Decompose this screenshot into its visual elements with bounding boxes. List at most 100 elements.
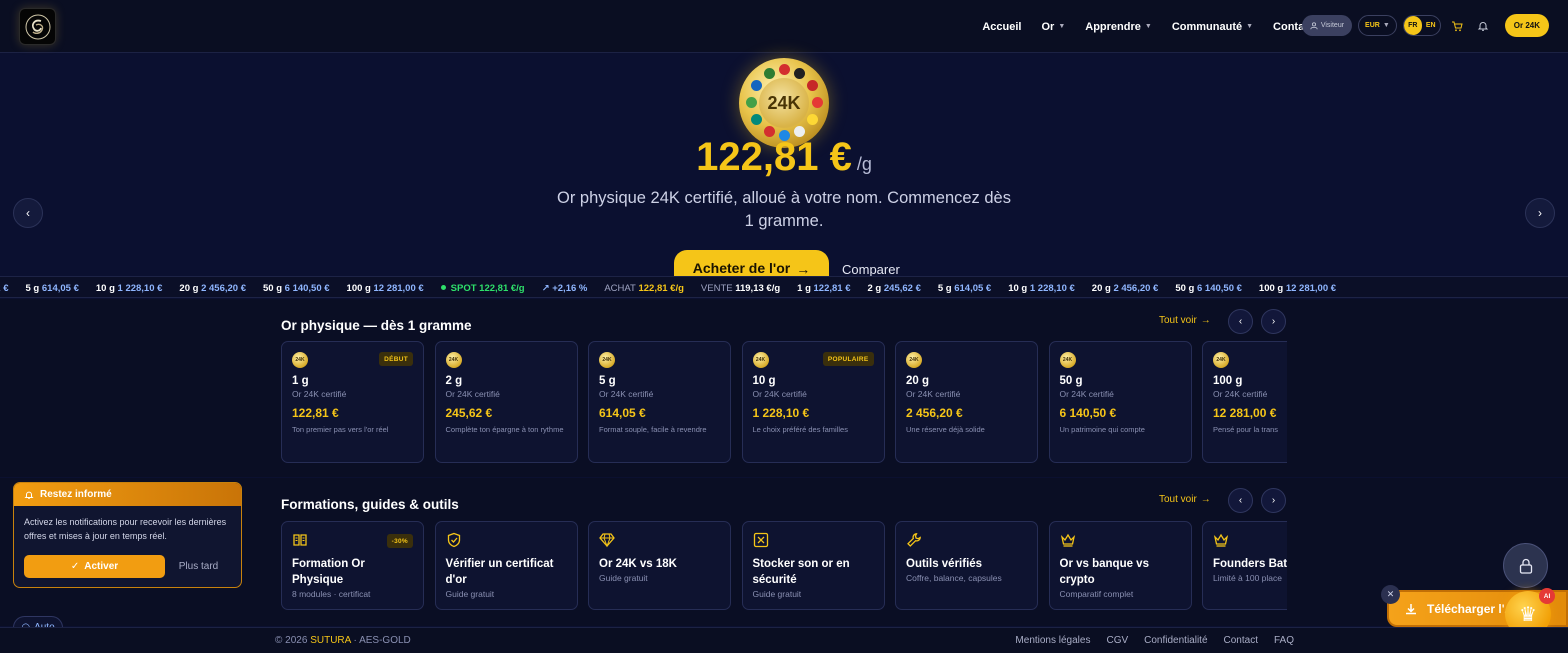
ticker-item: 2 g 245,62 €	[868, 283, 921, 294]
ticker-price: 12 281,00 €	[1285, 282, 1337, 294]
lang-fr-button[interactable]: FR	[1403, 16, 1422, 35]
guide-card[interactable]: Founders Bat Limité à 100 place	[1202, 521, 1287, 610]
ticker-price: 2 456,20 €	[1113, 282, 1159, 294]
guide-card[interactable]: -30% Formation Or Physique 8 modules · cer…	[281, 521, 424, 610]
ticker-price: 12 281,00 €	[373, 282, 424, 294]
products-next-button[interactable]: ›	[1261, 309, 1286, 334]
products-prev-button[interactable]: ‹	[1228, 309, 1253, 334]
ticker-achat: ACHAT 122,81 €/g	[604, 283, 684, 294]
coin-label: 24K	[767, 92, 801, 113]
products-see-all-link[interactable]: Tout voir →	[1159, 315, 1211, 326]
hero-next-button[interactable]: ›	[1525, 198, 1555, 228]
product-subtitle: Or 24K certifié	[599, 389, 654, 399]
guide-card[interactable]: Vérifier un certificat d'or Guide gratuit	[434, 521, 578, 610]
cart-icon	[1451, 21, 1463, 31]
footer-link-confidentialite[interactable]: Confidentialité	[1144, 635, 1207, 646]
product-weight: 2 g	[445, 375, 463, 387]
chevron-down-icon: ▼	[1246, 23, 1254, 30]
notification-actions: ✓ Activer Plus tard	[24, 555, 232, 578]
footer-link-faq[interactable]: FAQ	[1274, 635, 1294, 646]
ticker-price: 1 228,10 €	[117, 282, 163, 294]
hero-prev-button[interactable]: ‹	[13, 198, 43, 228]
flag-icon	[812, 97, 823, 108]
coin-center: 24K	[759, 78, 809, 128]
ticker-track: 62 € 5 g 614,05 € 10 g 1 228,10 € 20 g 2 45…	[0, 277, 1353, 297]
guides-see-all-link[interactable]: Tout voir →	[1159, 494, 1211, 505]
or-24k-button[interactable]: Or 24K	[1504, 14, 1549, 37]
ticker-item: 5 g 614,05 €	[938, 283, 991, 294]
cart-button[interactable]	[1447, 16, 1467, 36]
product-description: Ton premier pas vers l'or réel	[292, 425, 389, 434]
site-logo[interactable]	[19, 8, 56, 45]
bell-icon	[1477, 21, 1488, 31]
later-button[interactable]: Plus tard	[165, 561, 232, 572]
copyright: © 2026 SUTURA · AES-GOLD	[275, 635, 411, 646]
guides-next-button[interactable]: ›	[1261, 488, 1286, 513]
notification-title: Restez informé	[40, 489, 112, 500]
product-description: Un patrimoine qui compte	[1059, 425, 1145, 434]
guide-title: Formation Or Physique	[292, 558, 365, 586]
product-card[interactable]: 24K 100 g Or 24K certifié 12 281,00 € Pensé …	[1202, 341, 1287, 463]
chevron-left-icon: ‹	[1238, 316, 1243, 327]
hero-price: 122,81 €/g	[0, 140, 1568, 182]
guide-card[interactable]: Stocker son or en sécurité Guide gratuit	[741, 521, 885, 610]
logo-monogram-icon	[25, 14, 50, 39]
footer-link-cgv[interactable]: CGV	[1106, 635, 1128, 646]
crown-icon	[1060, 532, 1076, 548]
buy-gold-button[interactable]: Acheter de l'or →	[674, 250, 829, 276]
ticker-weight: 5 g	[25, 282, 40, 294]
guide-title: Or 24K vs 18K	[599, 558, 677, 570]
guides-prev-button[interactable]: ‹	[1228, 488, 1253, 513]
check-icon: ✓	[70, 561, 80, 572]
vault-lock-button[interactable]	[1503, 543, 1548, 588]
nav-communaute[interactable]: Communauté ▼	[1172, 21, 1253, 33]
ticker-spot: SPOT 122,81 €/g	[440, 283, 525, 294]
nav-or[interactable]: Or ▼	[1041, 21, 1065, 33]
ticker-price: 1 228,10 €	[1029, 282, 1075, 294]
ticker-item: 50 g 6 140,50 €	[263, 283, 330, 294]
product-card[interactable]: 24K 20 g Or 24K certifié 2 456,20 € Une rése…	[895, 341, 1038, 463]
ticker-tail-group: 1 g 122,81 € 2 g 245,62 € 5 g 614,05 € 10 g…	[797, 283, 1353, 294]
guide-card[interactable]: Or vs banque vs crypto Comparatif complet	[1048, 521, 1192, 610]
arrow-right-icon: →	[1200, 494, 1211, 505]
ticker-price: 614,05 €	[41, 282, 79, 294]
visitor-label: Visiteur	[1320, 22, 1345, 29]
lang-en-button[interactable]: EN	[1422, 16, 1440, 35]
notifications-button[interactable]	[1473, 16, 1493, 36]
currency-value: EUR	[1365, 22, 1380, 29]
chevron-down-icon: ▼	[1382, 22, 1390, 29]
product-description: Complète ton épargne à ton rythme	[445, 425, 564, 434]
footer-link-mentions[interactable]: Mentions légales	[1015, 635, 1090, 646]
currency-select[interactable]: EUR ▼	[1358, 15, 1397, 36]
activate-notifications-button[interactable]: ✓ Activer	[24, 555, 165, 578]
download-close-button[interactable]: ✕	[1381, 585, 1400, 604]
price-ticker: 62 € 5 g 614,05 € 10 g 1 228,10 € 20 g 2 45…	[0, 276, 1568, 298]
product-subtitle: Or 24K certifié	[1059, 389, 1114, 399]
ticker-item: 20 g 2 456,20 €	[1092, 283, 1159, 294]
bell-icon	[24, 491, 34, 499]
compare-link[interactable]: Comparer	[842, 262, 900, 277]
nav-apprendre[interactable]: Apprendre ▼	[1085, 21, 1152, 33]
product-weight: 20 g	[906, 375, 930, 387]
ticker-vente-label: VENTE	[700, 282, 733, 294]
ticker-item: 62 €	[0, 283, 9, 294]
product-card[interactable]: 24K 50 g Or 24K certifié 6 140,50 € Un patri…	[1048, 341, 1192, 463]
guide-card[interactable]: Or 24K vs 18K Guide gratuit	[588, 521, 731, 610]
product-subtitle: Or 24K certifié	[906, 389, 961, 399]
product-card[interactable]: 24K 2 g Or 24K certifié 245,62 € Complète to…	[434, 341, 578, 463]
ticker-item: 5 g 614,05 €	[26, 283, 79, 294]
guide-card[interactable]: Outils vérifiés Coffre, balance, capsules	[895, 521, 1038, 610]
product-card[interactable]: 24K 5 g Or 24K certifié 614,05 € Format soup…	[588, 341, 731, 463]
product-description: Le choix préféré des familles	[752, 425, 848, 434]
nav-accueil[interactable]: Accueil	[982, 21, 1021, 33]
product-subtitle: Or 24K certifié	[445, 389, 500, 399]
product-card[interactable]: 24K DÉBUT 1 g Or 24K certifié 122,81 € Ton pr…	[281, 341, 424, 463]
flag-icon	[764, 126, 775, 137]
visitor-account-button[interactable]: Visiteur	[1301, 15, 1353, 36]
diamond-icon	[599, 532, 615, 548]
ticker-weight: 100 g	[1258, 282, 1284, 294]
footer-link-contact[interactable]: Contact	[1224, 635, 1258, 646]
product-price: 614,05 €	[599, 406, 646, 420]
product-card[interactable]: 24K POPULAIRE 10 g Or 24K certifié 1 228,10 …	[741, 341, 885, 463]
ticker-lead-group: 62 € 5 g 614,05 € 10 g 1 228,10 € 20 g 2 45…	[0, 283, 441, 294]
